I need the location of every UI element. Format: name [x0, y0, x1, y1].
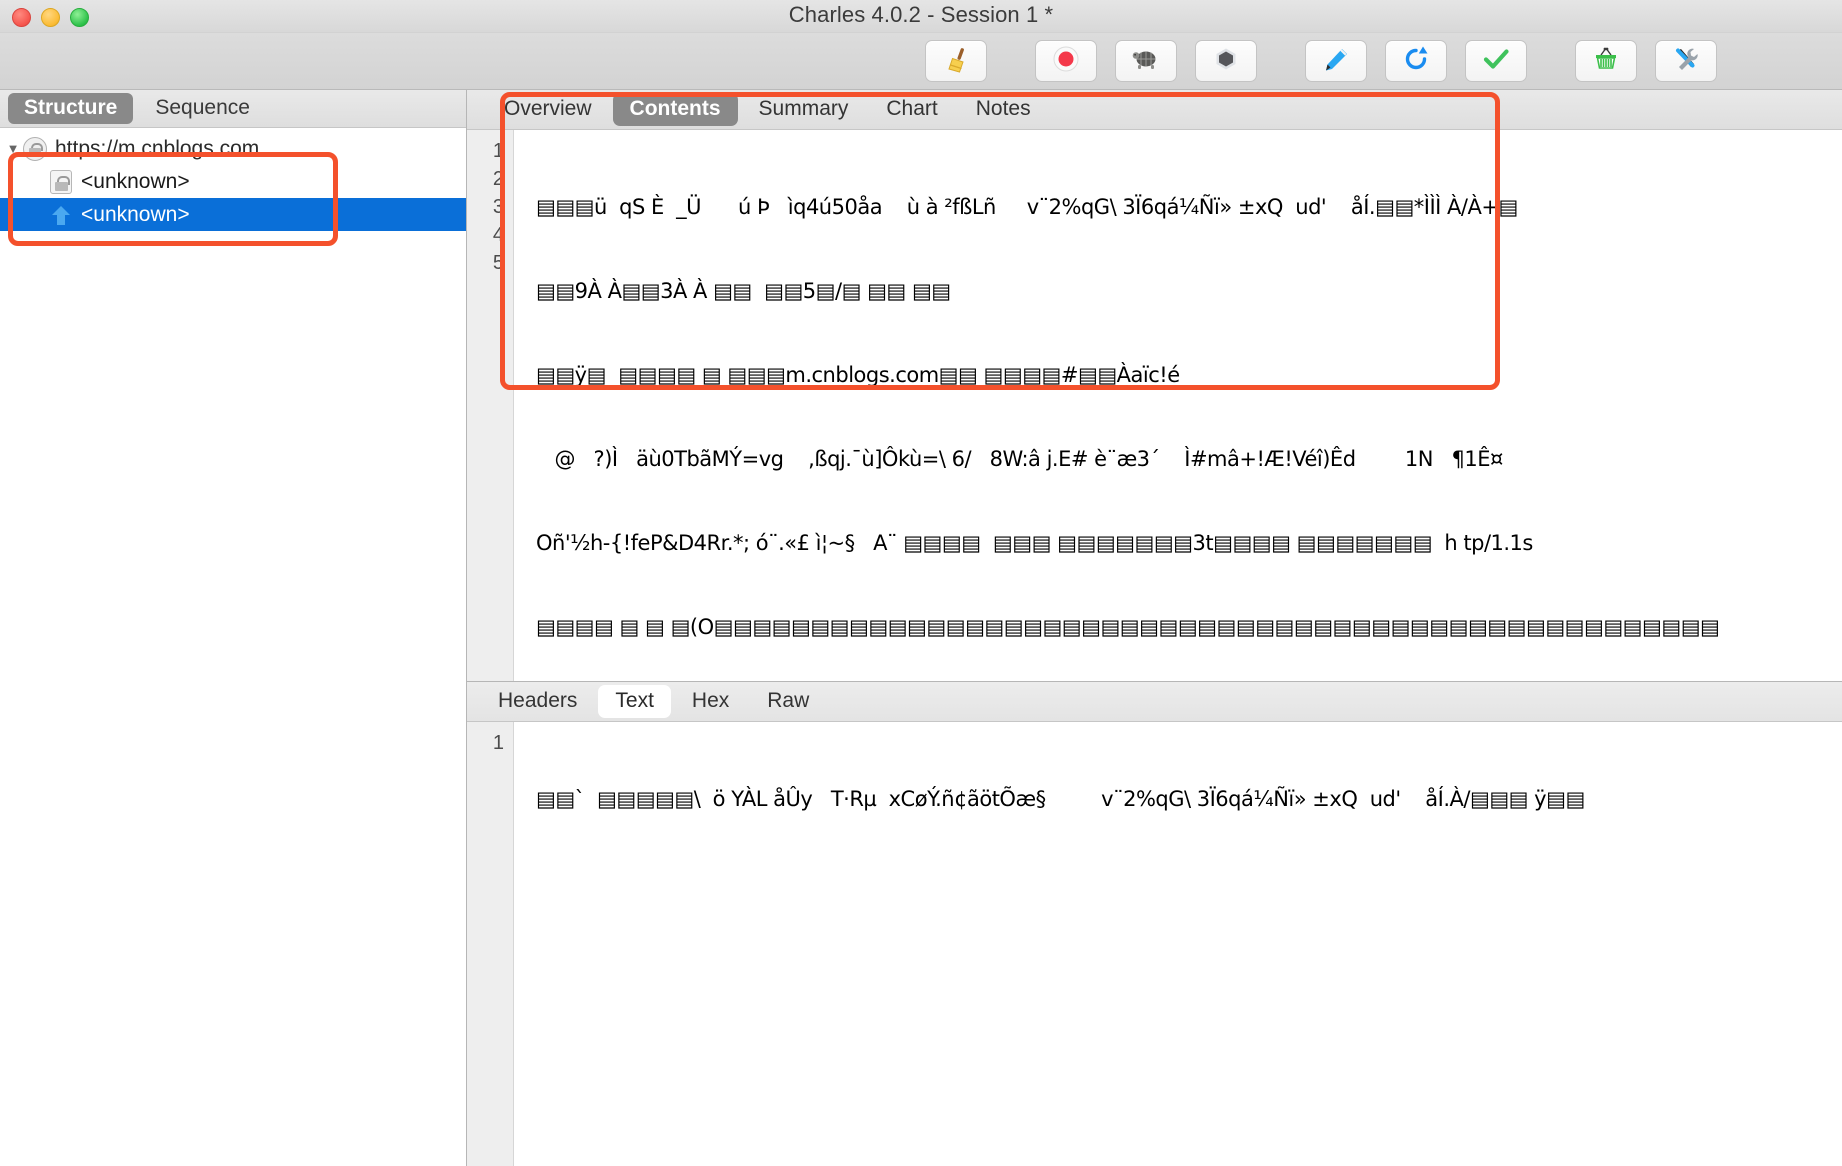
left-sidebar: Structure Sequence ▼ https://m.cnblogs.c…: [0, 90, 467, 1166]
repeat-button[interactable]: [1385, 40, 1447, 82]
contents-line-gutter: 1 2 3 4 5: [467, 130, 514, 681]
broom-icon: [942, 45, 970, 78]
main-body: Structure Sequence ▼ https://m.cnblogs.c…: [0, 90, 1842, 1166]
line-number: 5: [467, 249, 504, 277]
detail-pane: Overview Contents Summary Chart Notes 1 …: [467, 90, 1842, 1166]
bottom-text-viewer[interactable]: 1 ▤▤` ▤▤▤▤▤\ ö YÀL åÛy T·Rµ xCøÝ.ñ¢ãötÕæ…: [467, 722, 1842, 1166]
line-number: 1: [467, 137, 504, 165]
sidebar-tab-bar: Structure Sequence: [0, 90, 466, 128]
tab-notes[interactable]: Notes: [959, 93, 1048, 126]
content-line: ▤▤▤ü qS È _Ü ú Þ ìq4ú50åa ù à ²fßLñ v¨2%…: [536, 193, 1842, 221]
session-tree[interactable]: ▼ https://m.cnblogs.com <unknown> <unkno…: [0, 128, 466, 1166]
tab-raw[interactable]: Raw: [750, 685, 826, 718]
tree-row-host[interactable]: ▼ https://m.cnblogs.com: [0, 132, 466, 165]
tab-contents[interactable]: Contents: [613, 93, 738, 126]
record-toggle-button[interactable]: [1035, 40, 1097, 82]
lock-file-icon: [48, 169, 74, 195]
clear-session-button[interactable]: [925, 40, 987, 82]
tree-row-unknown-2[interactable]: <unknown>: [0, 198, 466, 231]
window-title: Charles 4.0.2 - Session 1 *: [0, 2, 1842, 28]
basket-icon: [1592, 45, 1620, 78]
content-line: ▤▤` ▤▤▤▤▤\ ö YÀL åÛy T·Rµ xCøÝ.ñ¢ãötÕæ§ …: [536, 785, 1842, 813]
content-line: ▤▤9À À▤▤3À À ▤▤ ▤▤5▤/▤ ▤▤ ▤▤: [536, 277, 1842, 305]
tab-headers[interactable]: Headers: [481, 685, 594, 718]
tools-button[interactable]: [1655, 40, 1717, 82]
tree-item-label: <unknown>: [81, 170, 190, 194]
content-line: @ ?)Ì äù0TbãMÝ=vg ,ßqj.¯ù]Ôkù=\ 6/ 8W:â …: [536, 445, 1842, 473]
throttle-button[interactable]: [1115, 40, 1177, 82]
line-number: 2: [467, 165, 504, 193]
upload-arrow-icon: [48, 202, 74, 228]
line-number: 3: [467, 193, 504, 221]
pen-icon: [1322, 45, 1350, 78]
line-number: 4: [467, 221, 504, 249]
tree-item-label: https://m.cnblogs.com: [55, 137, 259, 161]
detail-tab-bar: Overview Contents Summary Chart Notes: [467, 90, 1842, 130]
contents-text-body[interactable]: ▤▤▤ü qS È _Ü ú Þ ìq4ú50åa ù à ²fßLñ v¨2%…: [514, 130, 1842, 681]
tree-item-label: <unknown>: [81, 203, 190, 227]
contents-viewer[interactable]: 1 2 3 4 5 ▤▤▤ü qS È _Ü ú Þ ìq4ú50åa ù à …: [467, 130, 1842, 681]
compose-button[interactable]: [1305, 40, 1367, 82]
bottom-tab-bar: Headers Text Hex Raw: [467, 682, 1842, 722]
refresh-icon: [1402, 45, 1430, 78]
content-line: ▤▤▤▤ ▤ ▤ ▤(O▤▤▤▤▤▤▤▤▤▤▤▤▤▤▤▤▤▤▤▤▤▤▤▤▤▤▤▤…: [536, 613, 1842, 641]
hexagon-icon: [1212, 45, 1240, 78]
turtle-icon: [1131, 46, 1161, 77]
tree-row-unknown-1[interactable]: <unknown>: [0, 165, 466, 198]
tab-chart[interactable]: Chart: [869, 93, 954, 126]
main-toolbar: [0, 33, 1842, 90]
bottom-detail-pane: Headers Text Hex Raw 1 ▤▤` ▤▤▤▤▤\ ö YÀL …: [467, 681, 1842, 1166]
tab-sequence[interactable]: Sequence: [139, 93, 266, 124]
charles-app-window: Charles 4.0.2 - Session 1 *: [0, 0, 1842, 1166]
breakpoints-button[interactable]: [1195, 40, 1257, 82]
bottom-line-gutter: 1: [467, 722, 514, 1166]
tab-hex[interactable]: Hex: [675, 685, 746, 718]
content-line: Oñ'½h-{!feP&D4Rr.*; ó¨.«£ ì¦~§ A¨ ▤▤▤▤ ▤…: [536, 529, 1842, 557]
record-icon: [1052, 45, 1080, 78]
tools-icon: [1672, 45, 1700, 78]
validate-button[interactable]: [1465, 40, 1527, 82]
content-line: ▤▤ÿ▤ ▤▤▤▤ ▤ ▤▤▤m.cnblogs.com▤▤ ▤▤▤▤#▤▤Àa…: [536, 361, 1842, 389]
line-number: 1: [467, 729, 504, 757]
window-title-bar: Charles 4.0.2 - Session 1 *: [0, 0, 1842, 33]
disclosure-triangle-icon[interactable]: ▼: [4, 141, 22, 156]
tab-text[interactable]: Text: [598, 685, 671, 718]
tab-summary[interactable]: Summary: [742, 93, 866, 126]
tab-overview[interactable]: Overview: [487, 93, 609, 126]
lock-circle-icon: [22, 136, 48, 162]
tab-structure[interactable]: Structure: [8, 93, 133, 124]
bottom-text-body[interactable]: ▤▤` ▤▤▤▤▤\ ö YÀL åÛy T·Rµ xCøÝ.ñ¢ãötÕæ§ …: [514, 722, 1842, 1166]
checkmark-icon: [1482, 45, 1510, 78]
basket-button[interactable]: [1575, 40, 1637, 82]
